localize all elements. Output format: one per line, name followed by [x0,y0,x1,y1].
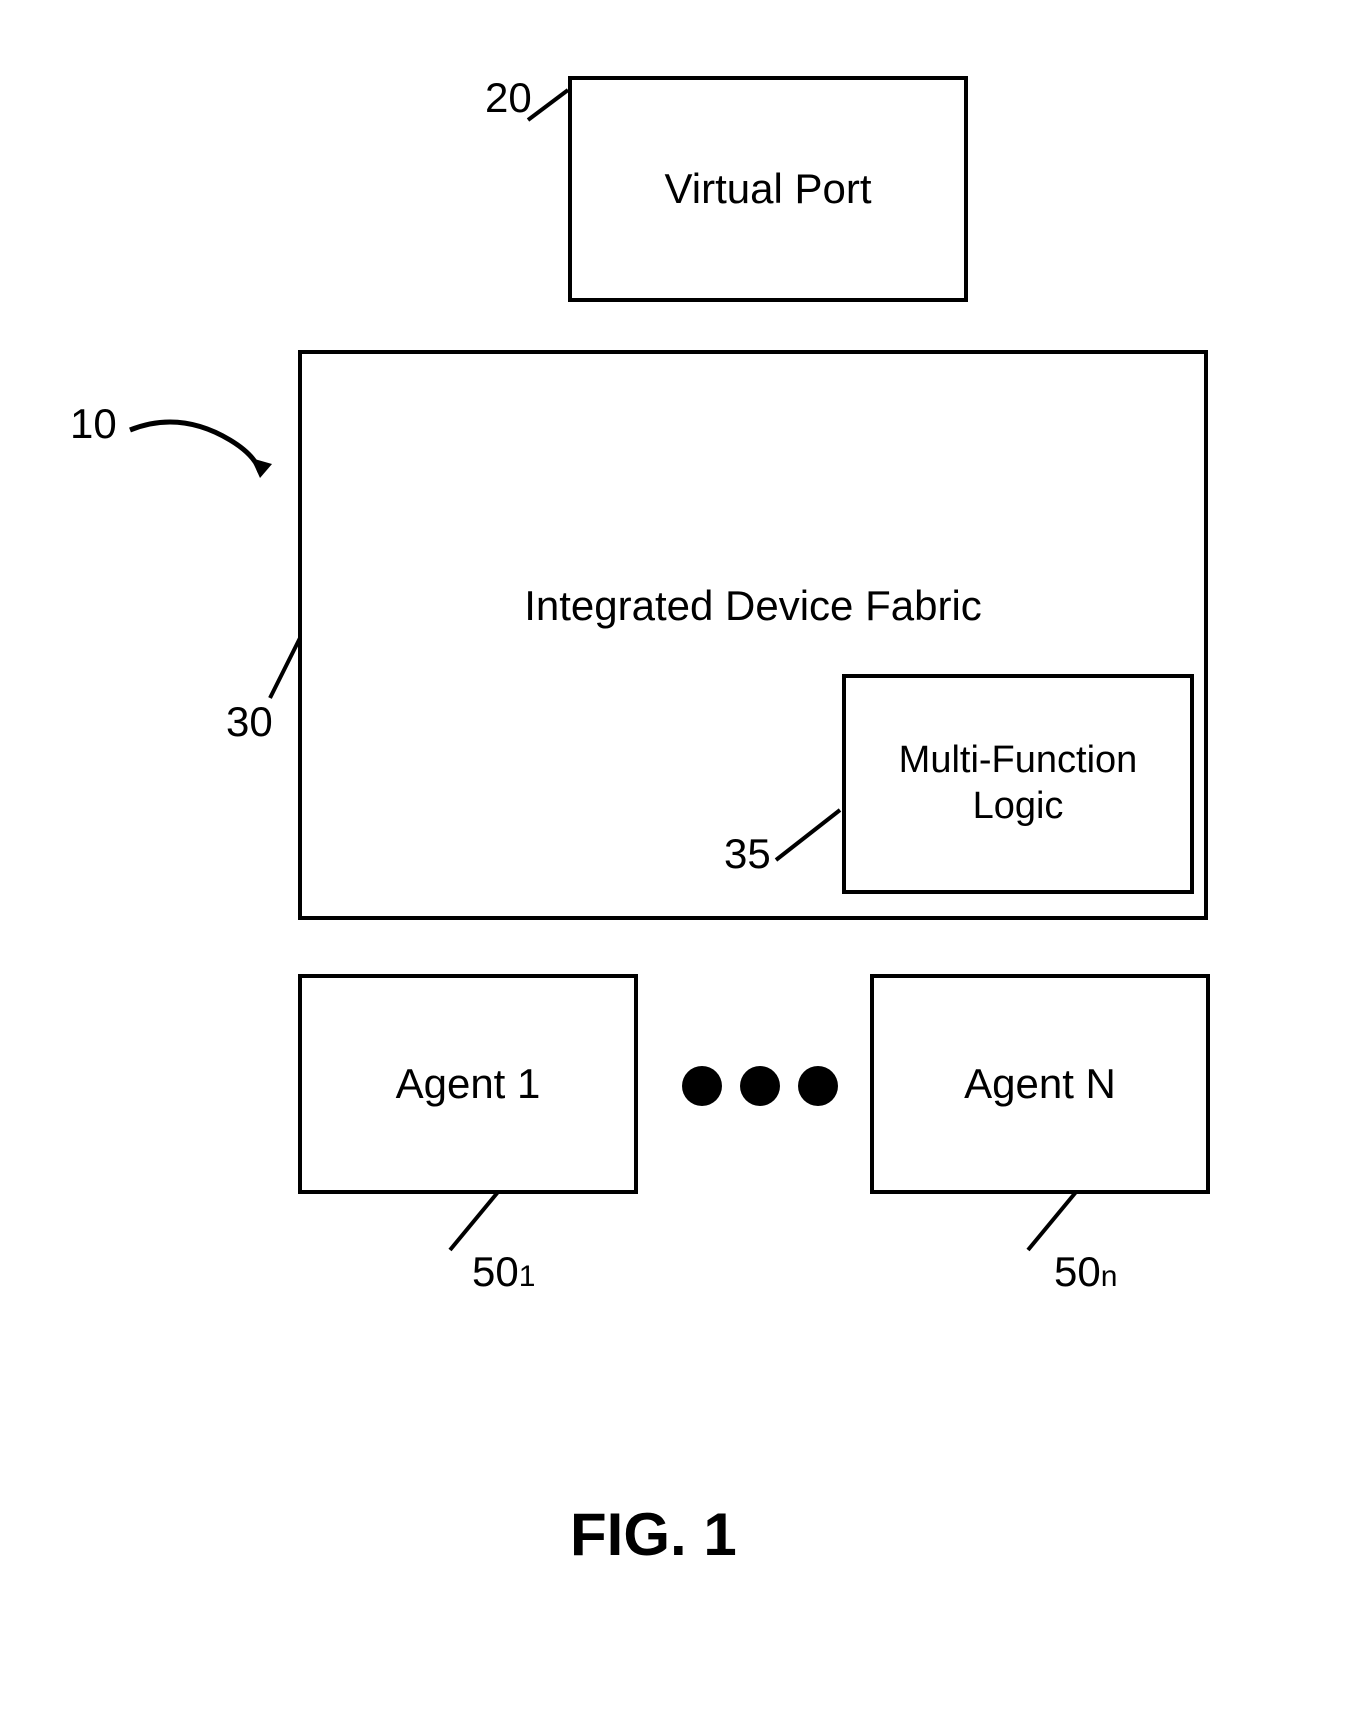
ref-50-1-sub: 1 [519,1260,536,1293]
ref-20-label: 20 [485,74,532,122]
virtual-port-text: Virtual Port [665,165,872,213]
virtual-port-box: Virtual Port [568,76,968,302]
dot-icon [740,1066,780,1106]
figure-caption: FIG. 1 [570,1500,737,1569]
agent-n-box: Agent N [870,974,1210,1194]
ref-35-label: 35 [724,830,771,878]
ellipsis-dots [682,1066,838,1106]
dot-icon [798,1066,838,1106]
mfl-line2: Logic [973,784,1064,830]
ref-50-1-label: 501 [472,1248,535,1296]
leader-20 [528,90,578,140]
mfl-line1: Multi-Function [899,738,1138,784]
ref-50-n-sub: n [1101,1260,1118,1293]
diagram-canvas: 10 Virtual Port 20 Integrated Device Fab… [0,0,1365,1716]
ref-50-1-main: 50 [472,1248,519,1295]
leader-30 [270,638,320,708]
idf-text: Integrated Device Fabric [302,582,1204,630]
agent-1-box: Agent 1 [298,974,638,1194]
agent-n-text: Agent N [964,1060,1116,1108]
mfl-box: Multi-Function Logic [842,674,1194,894]
leader-35 [776,810,856,880]
ref-50-n-main: 50 [1054,1248,1101,1295]
arrow-10 [120,400,280,490]
ref-50-n-label: 50n [1054,1248,1117,1296]
agent-1-text: Agent 1 [396,1060,541,1108]
ref-10-label: 10 [70,400,117,448]
ref-30-label: 30 [226,698,273,746]
dot-icon [682,1066,722,1106]
